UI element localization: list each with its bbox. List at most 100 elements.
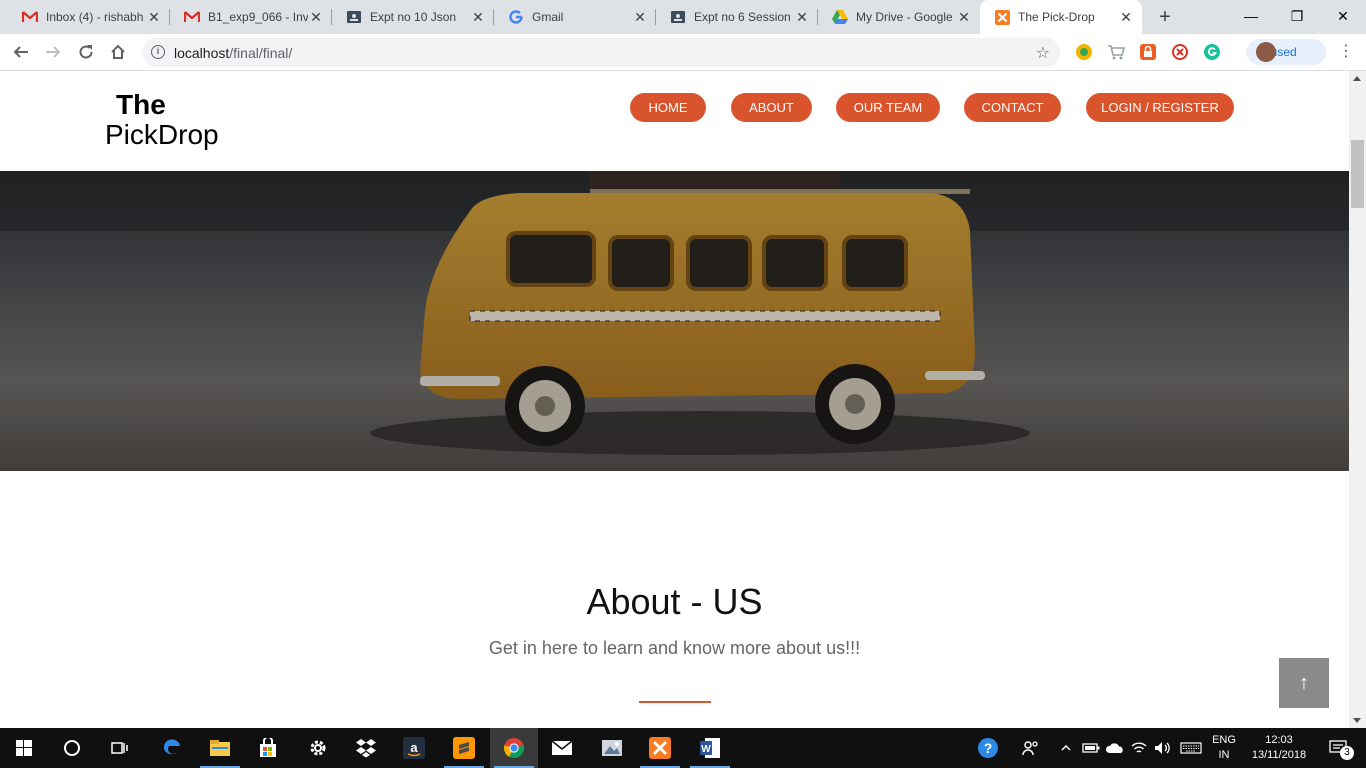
sublime-icon[interactable]: [440, 728, 488, 768]
info-icon[interactable]: i: [151, 45, 165, 59]
language-indicator[interactable]: ENG IN: [1207, 728, 1241, 768]
avatar: [1256, 42, 1276, 62]
dropbox-icon[interactable]: [342, 728, 390, 768]
language-code: ENG: [1212, 734, 1236, 746]
scrollbar-thumb[interactable]: [1351, 140, 1364, 208]
close-icon[interactable]: ✕: [1118, 9, 1134, 25]
browser-tab-strip: Inbox (4) - rishabh ✕ B1_exp9_066 - Inv …: [0, 0, 1366, 34]
nav-our-team[interactable]: OUR TEAM: [836, 93, 940, 122]
settings-icon[interactable]: [294, 728, 342, 768]
xampp-icon[interactable]: [636, 728, 684, 768]
extension-lock-icon[interactable]: [1139, 43, 1157, 61]
extension-block-icon[interactable]: [1171, 43, 1189, 61]
extension-honey-icon[interactable]: [1075, 43, 1093, 61]
nav-home[interactable]: HOME: [630, 93, 706, 122]
task-view-icon[interactable]: [96, 728, 144, 768]
tab-title: Inbox (4) - rishabh: [46, 10, 144, 24]
toy-bus-image: [0, 171, 1349, 471]
store-icon[interactable]: [244, 728, 292, 768]
profile-paused-button[interactable]: Paused: [1246, 39, 1326, 65]
new-tab-button[interactable]: +: [1155, 7, 1175, 27]
tab-title: The Pick-Drop: [1018, 10, 1095, 24]
notification-count: 3: [1340, 746, 1354, 760]
nav-login-register[interactable]: LOGIN / REGISTER: [1086, 93, 1234, 122]
tab-the-pick-drop[interactable]: The Pick-Drop ✕: [980, 0, 1142, 34]
amazon-icon[interactable]: a: [390, 728, 438, 768]
forward-button[interactable]: [41, 40, 65, 64]
chevron-up-icon[interactable]: [1058, 728, 1074, 768]
tab-title: My Drive - Google: [856, 10, 953, 24]
edge-icon[interactable]: [148, 728, 196, 768]
browser-toolbar: i localhost/final/final/ ☆ Paused ⋮: [0, 34, 1366, 71]
close-icon[interactable]: ✕: [308, 9, 324, 25]
logo-line-the[interactable]: The: [116, 89, 166, 121]
volume-icon[interactable]: [1152, 728, 1174, 768]
onedrive-icon[interactable]: [1104, 728, 1126, 768]
close-icon[interactable]: ✕: [470, 9, 486, 25]
tab-my-drive[interactable]: My Drive - Google ✕: [818, 0, 980, 34]
svg-text:a: a: [410, 740, 418, 755]
page-viewport: The PickDrop HOME ABOUT OUR TEAM CONTACT…: [0, 71, 1349, 728]
browser-menu-icon[interactable]: ⋮: [1336, 42, 1356, 62]
photos-icon[interactable]: [588, 728, 636, 768]
close-icon[interactable]: ✕: [146, 9, 162, 25]
back-button[interactable]: [9, 40, 33, 64]
xampp-icon: [994, 9, 1010, 25]
svg-text:W: W: [701, 744, 711, 755]
tab-gmail[interactable]: Gmail ✕: [494, 0, 656, 34]
clock-time: 12:03: [1265, 734, 1293, 746]
scroll-up-icon[interactable]: [1353, 76, 1361, 81]
site-header: The PickDrop HOME ABOUT OUR TEAM CONTACT…: [0, 71, 1349, 171]
clock-date: 13/11/2018: [1251, 749, 1307, 761]
tab-expt-6[interactable]: Expt no 6 Session ✕: [656, 0, 818, 34]
language-region: IN: [1218, 749, 1230, 761]
start-icon[interactable]: [0, 728, 48, 768]
windows-taskbar: a W ? ENG IN 12:03 13/11/2018 3: [0, 728, 1366, 768]
reload-icon: [79, 45, 93, 59]
address-path: /final/final/: [229, 45, 293, 61]
back-to-top-button[interactable]: ↑: [1279, 658, 1329, 708]
back-arrow-icon: [13, 46, 28, 58]
nav-contact[interactable]: CONTACT: [964, 93, 1061, 122]
tab-b1-exp9[interactable]: B1_exp9_066 - Inv ✕: [170, 0, 332, 34]
page-scrollbar[interactable]: [1349, 71, 1366, 728]
classroom-icon: [346, 9, 362, 25]
close-icon[interactable]: ✕: [794, 9, 810, 25]
tab-inbox[interactable]: Inbox (4) - rishabh ✕: [8, 0, 170, 34]
keyboard-icon[interactable]: [1177, 728, 1205, 768]
chrome-icon[interactable]: [490, 728, 538, 768]
address-host: localhost: [174, 45, 230, 61]
home-button[interactable]: [106, 40, 130, 64]
reload-button[interactable]: [74, 40, 98, 64]
home-icon: [111, 44, 125, 59]
maximize-button[interactable]: ❐: [1274, 0, 1320, 34]
close-icon[interactable]: ✕: [956, 9, 972, 25]
notifications-button[interactable]: 3: [1318, 728, 1358, 768]
help-icon[interactable]: ?: [976, 728, 1000, 768]
logo-line-pickdrop[interactable]: PickDrop: [105, 119, 219, 151]
tab-expt-10[interactable]: Expt no 10 Json ✕: [332, 0, 494, 34]
about-title: About - US: [586, 581, 763, 622]
battery-icon[interactable]: [1081, 728, 1101, 768]
minimize-button[interactable]: —: [1228, 0, 1274, 34]
address-bar[interactable]: i localhost/final/final/ ☆: [142, 38, 1060, 67]
cortana-icon[interactable]: [48, 728, 96, 768]
clock[interactable]: 12:03 13/11/2018: [1244, 728, 1314, 768]
hero-image: [0, 171, 1349, 471]
mail-icon[interactable]: [538, 728, 586, 768]
close-icon[interactable]: ✕: [632, 9, 648, 25]
extension-cart-icon[interactable]: [1107, 43, 1125, 61]
nav-about[interactable]: ABOUT: [731, 93, 812, 122]
word-icon[interactable]: W: [686, 728, 734, 768]
file-explorer-icon[interactable]: [196, 728, 244, 768]
extension-grammarly-icon[interactable]: [1203, 43, 1221, 61]
scroll-down-icon[interactable]: [1353, 718, 1361, 723]
bookmark-star-icon[interactable]: ☆: [1036, 43, 1050, 63]
wifi-icon[interactable]: [1128, 728, 1150, 768]
forward-arrow-icon: [46, 46, 61, 58]
google-icon: [508, 9, 524, 25]
close-window-button[interactable]: ✕: [1320, 0, 1366, 34]
people-icon[interactable]: [1020, 728, 1042, 768]
tab-title: Expt no 10 Json: [370, 10, 457, 24]
classroom-icon: [670, 9, 686, 25]
